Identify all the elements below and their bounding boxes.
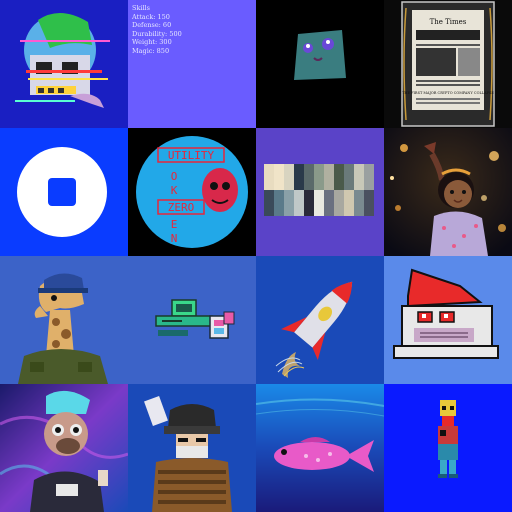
square-face-art [256, 0, 384, 128]
nft-tile-stop-button[interactable] [0, 128, 128, 256]
nft-tile-pink-fish[interactable] [256, 384, 384, 512]
punk-character-art [0, 384, 128, 512]
nft-tile-utility-token[interactable]: UTILITY O K ZERO E N [128, 128, 256, 256]
nft-tile-punk-character[interactable] [0, 384, 128, 512]
fish-art [256, 384, 384, 512]
token-letter-n: N [171, 232, 178, 245]
framed-newspaper-art: The Times THE FIRST MAJOR CRYPTO COMPANY… [384, 0, 512, 128]
stop-icon [0, 128, 128, 256]
nft-gallery-grid: Skills Attack: 150 Defense: 60 Durabilit… [0, 0, 512, 512]
nft-tile-rocket[interactable] [256, 256, 384, 384]
skills-title: Skills [132, 4, 150, 12]
nft-tile-square-face[interactable] [256, 0, 384, 128]
computer-art [128, 256, 256, 384]
glitch-skull-art [0, 0, 128, 128]
token-letter-o: O [171, 170, 178, 183]
nft-tile-pixel-gnome[interactable] [384, 256, 512, 384]
nft-tile-retro-computer[interactable] [128, 256, 256, 384]
pixel-figure-art [384, 384, 512, 512]
token-letter-k: K [171, 184, 178, 197]
newspaper-masthead: The Times [430, 18, 467, 26]
utility-word: UTILITY [168, 149, 215, 162]
newspaper-headline: THE FIRST MAJOR CRYPTO COMPANY COLLAPSE [402, 91, 494, 95]
skills-defense: Defense: 60 [132, 21, 172, 29]
pixel-gnome-art [384, 256, 512, 384]
palette-swatches-art [256, 128, 384, 256]
nft-tile-pixel-figure[interactable] [384, 384, 512, 512]
girl-illustration-art [384, 128, 512, 256]
giraffe-art [0, 256, 128, 384]
samurai-art [128, 384, 256, 512]
utility-token-art: UTILITY O K ZERO E N [128, 128, 256, 256]
zero-word: ZERO [168, 201, 195, 214]
nft-tile-framed-newspaper[interactable]: The Times THE FIRST MAJOR CRYPTO COMPANY… [384, 0, 512, 128]
skills-magic: Magic: 850 [132, 46, 170, 55]
skills-weight: Weight: 300 [132, 38, 172, 46]
nft-tile-samurai[interactable] [128, 384, 256, 512]
nft-tile-giraffe[interactable] [0, 256, 128, 384]
skills-durability: Durability: 500 [132, 29, 182, 38]
nft-tile-glitch-skull[interactable] [0, 0, 128, 128]
skills-attack: Attack: 150 [132, 12, 170, 21]
token-letter-e: E [171, 218, 178, 231]
nft-tile-girl-stars[interactable] [384, 128, 512, 256]
nft-tile-color-palette[interactable] [256, 128, 384, 256]
rocket-art [256, 256, 384, 384]
nft-tile-skills-card[interactable]: Skills Attack: 150 Defense: 60 Durabilit… [128, 0, 256, 128]
